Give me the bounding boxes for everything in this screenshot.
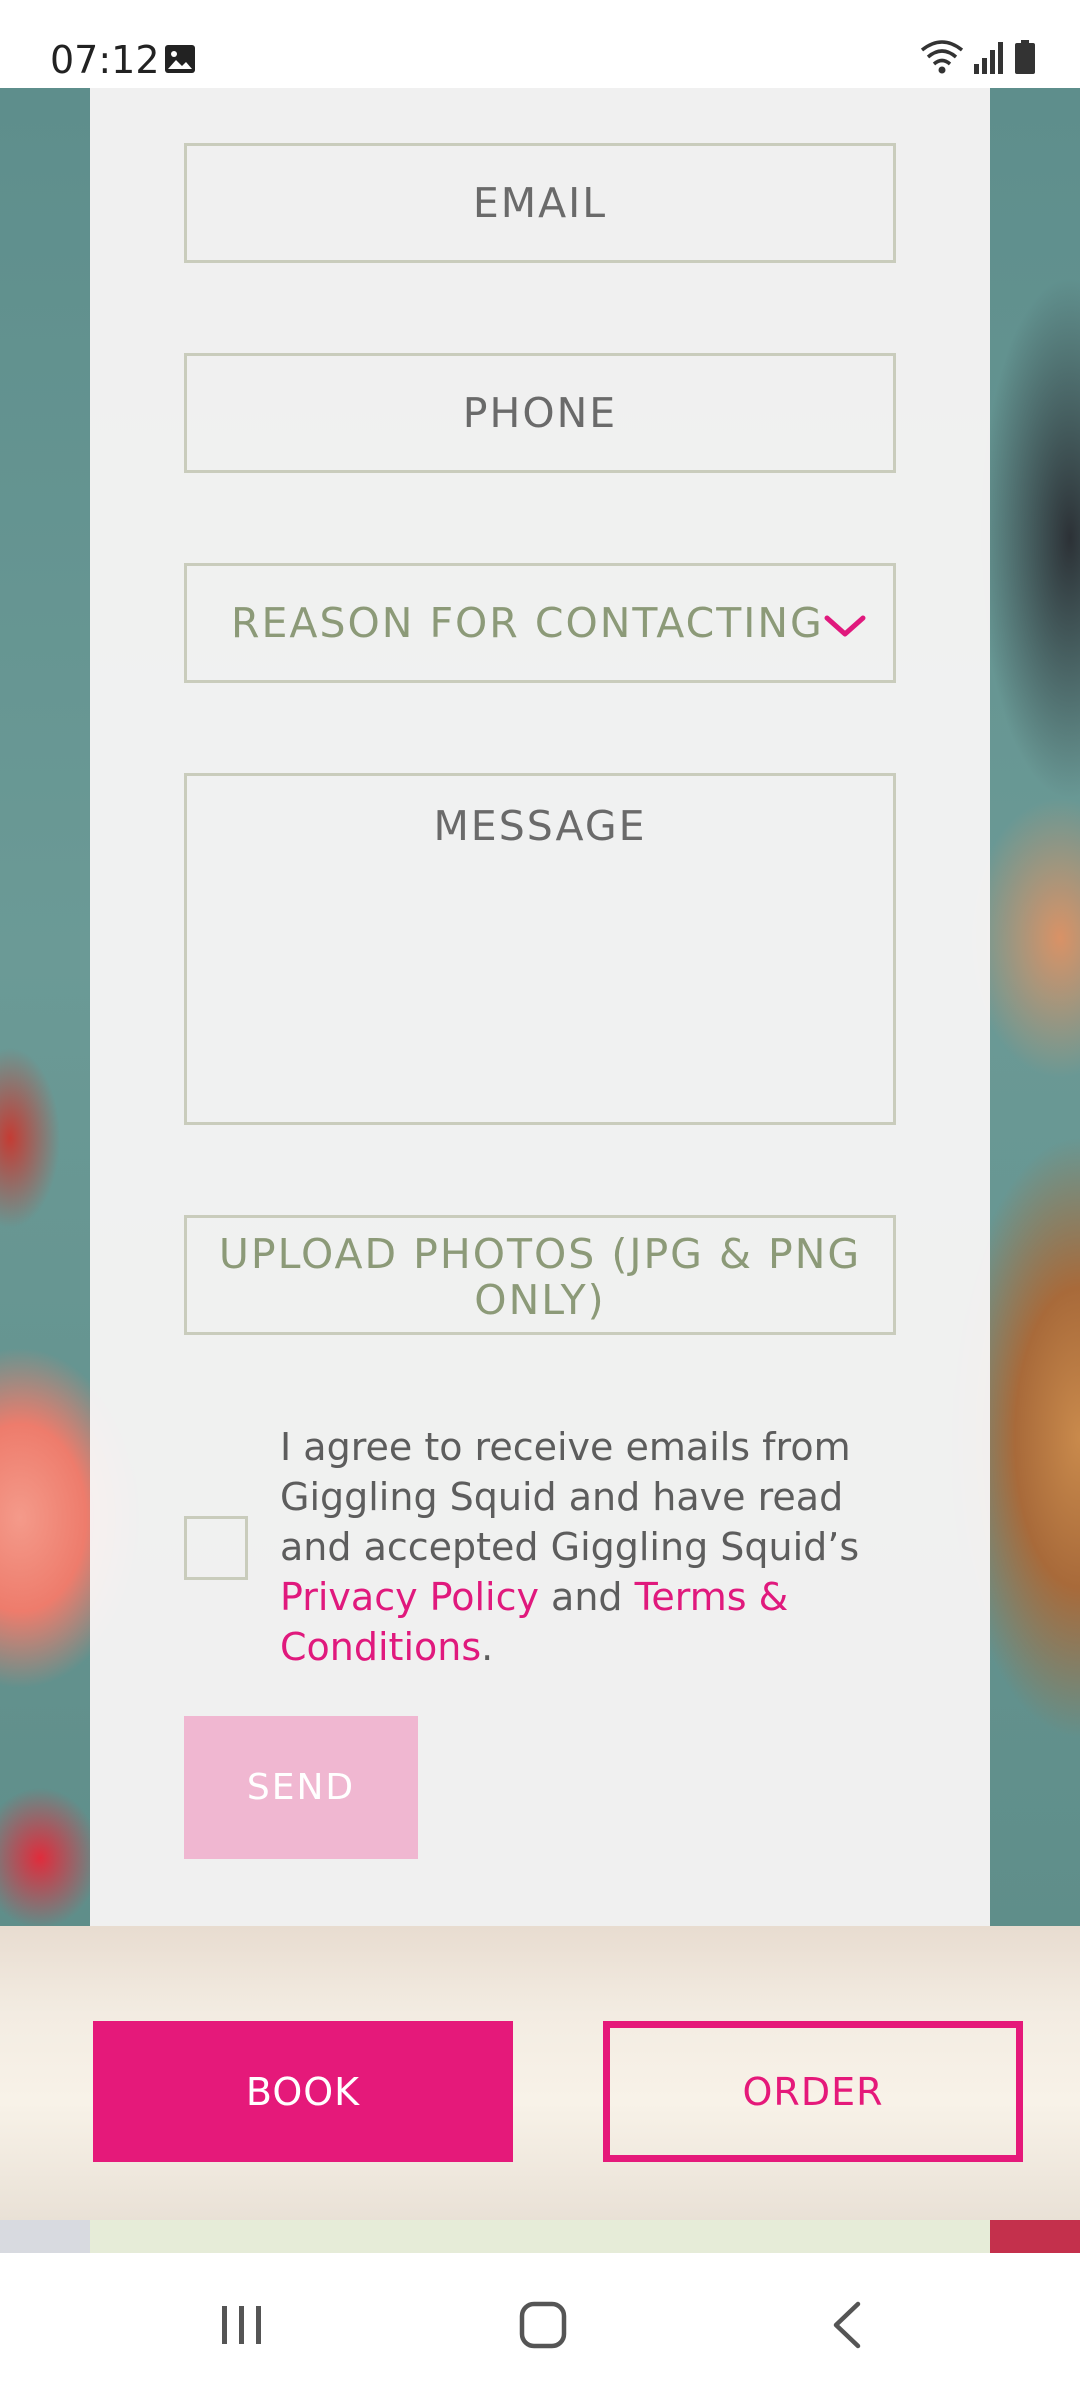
chevron-down-icon — [824, 615, 866, 637]
back-icon[interactable] — [828, 2300, 864, 2350]
wifi-icon — [920, 40, 964, 74]
consent-text-end: . — [481, 1625, 494, 1669]
send-button[interactable]: SEND — [184, 1716, 418, 1859]
phone-field[interactable]: PHONE — [184, 353, 896, 473]
privacy-policy-link[interactable]: Privacy Policy — [280, 1575, 539, 1619]
email-field[interactable]: EMAIL — [184, 143, 896, 263]
consent-checkbox[interactable] — [184, 1516, 248, 1580]
home-icon[interactable] — [518, 2300, 568, 2350]
upload-label-line2: ONLY) — [474, 1276, 606, 1324]
email-placeholder: EMAIL — [472, 179, 608, 227]
status-bar: 07:12 — [0, 0, 1080, 88]
status-icons — [920, 40, 1036, 74]
phone-placeholder: PHONE — [462, 389, 618, 437]
signal-icon — [974, 42, 1003, 74]
reason-select[interactable]: REASON FOR CONTACTING — [184, 563, 896, 683]
battery-icon — [1015, 40, 1035, 74]
recents-icon[interactable] — [218, 2302, 266, 2348]
consent-text-and: and — [538, 1575, 635, 1619]
gallery-icon — [165, 45, 195, 73]
consent-text: I agree to receive emails from Giggling … — [280, 1422, 900, 1672]
upload-label-line1: UPLOAD PHOTOS (JPG & PNG — [218, 1230, 862, 1278]
status-time: 07:12 — [50, 38, 160, 82]
message-placeholder: MESSAGE — [433, 802, 647, 850]
book-button[interactable]: BOOK — [93, 2021, 513, 2162]
footer-strip-left — [0, 2220, 90, 2253]
order-button[interactable]: ORDER — [603, 2021, 1023, 2162]
reason-label: REASON FOR CONTACTING — [231, 599, 824, 647]
upload-photos-button[interactable]: UPLOAD PHOTOS (JPG & PNG ONLY) — [184, 1215, 896, 1335]
footer-strip-right — [990, 2220, 1080, 2253]
footer-strip — [0, 2220, 1080, 2253]
consent-text-before: I agree to receive emails from Giggling … — [280, 1425, 860, 1569]
message-textarea[interactable]: MESSAGE — [184, 773, 896, 1125]
